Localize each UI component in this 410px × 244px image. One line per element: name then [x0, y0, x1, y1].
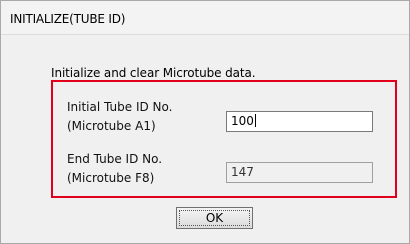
- end-tube-id-field: 147: [226, 162, 373, 183]
- end-tube-label-line2: (Microtube F8): [67, 171, 155, 185]
- dialog-title: INITIALIZE(TUBE ID): [10, 12, 126, 26]
- initial-tube-id-value: 100: [231, 114, 254, 128]
- end-tube-id-value: 147: [231, 165, 254, 179]
- initial-tube-label-line1: Initial Tube ID No.: [67, 100, 173, 114]
- title-bar[interactable]: INITIALIZE(TUBE ID): [1, 1, 409, 35]
- initial-tube-label-line2: (Microtube A1): [67, 119, 156, 133]
- ok-button[interactable]: OK: [176, 207, 253, 229]
- text-caret: [254, 114, 256, 127]
- initial-tube-id-input[interactable]: 100: [226, 111, 373, 132]
- end-tube-label-line1: End Tube ID No.: [67, 152, 163, 166]
- description-text: Initialize and clear Microtube data.: [51, 66, 256, 80]
